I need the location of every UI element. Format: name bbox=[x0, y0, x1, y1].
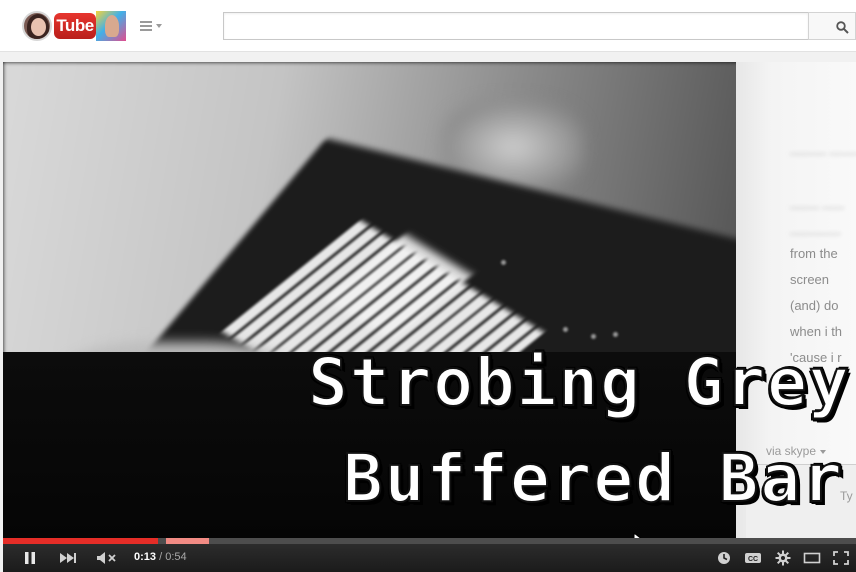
captions-button[interactable]: CC bbox=[740, 544, 766, 572]
watch-later-icon bbox=[718, 552, 730, 564]
logo-text: Tube bbox=[54, 13, 96, 39]
duration: 0:54 bbox=[165, 551, 187, 563]
video-player[interactable]: _____ ____ ____ ___ _______ from the scr… bbox=[3, 62, 856, 572]
watch-later-button[interactable] bbox=[712, 544, 736, 572]
youtube-logo[interactable]: Tube bbox=[22, 9, 126, 43]
captions-icon: CC bbox=[745, 553, 761, 563]
chat-line: from the bbox=[790, 246, 838, 261]
theater-mode-icon bbox=[803, 552, 821, 564]
search-button[interactable] bbox=[808, 12, 856, 40]
fullscreen-button[interactable] bbox=[829, 544, 853, 572]
guide-button[interactable] bbox=[138, 18, 166, 36]
gear-icon bbox=[775, 550, 791, 566]
avatar bbox=[22, 11, 52, 41]
next-button[interactable] bbox=[57, 544, 81, 572]
theater-mode-button[interactable] bbox=[800, 544, 824, 572]
overlay-title-line-2: Buffered Bar bbox=[342, 439, 844, 518]
time-display: 0:13 / 0:54 bbox=[134, 551, 187, 563]
settings-button[interactable] bbox=[771, 544, 795, 572]
search-input[interactable] bbox=[223, 12, 809, 40]
chat-line: when i th bbox=[790, 324, 843, 339]
mute-icon bbox=[97, 552, 116, 564]
chat-line: (and) do bbox=[790, 298, 839, 313]
video-frame[interactable]: _____ ____ ____ ___ _______ from the scr… bbox=[3, 62, 856, 538]
pause-button[interactable] bbox=[19, 544, 41, 572]
current-time: 0:13 bbox=[134, 551, 157, 563]
logo-image bbox=[96, 11, 126, 41]
next-icon bbox=[60, 553, 76, 563]
volume-button[interactable] bbox=[94, 544, 120, 572]
chevron-down-icon bbox=[156, 24, 162, 28]
overlay-title-line-1: Strobing Grey bbox=[307, 343, 851, 422]
player-controls: 0:13 / 0:54 CC bbox=[3, 544, 856, 572]
pause-icon bbox=[25, 552, 35, 564]
time-separator: / bbox=[159, 551, 163, 563]
magnifier-icon bbox=[836, 21, 849, 34]
svg-text:CC: CC bbox=[748, 556, 758, 563]
masthead: Tube bbox=[0, 0, 856, 52]
chat-line: screen bbox=[790, 272, 830, 287]
fullscreen-icon bbox=[833, 551, 849, 565]
